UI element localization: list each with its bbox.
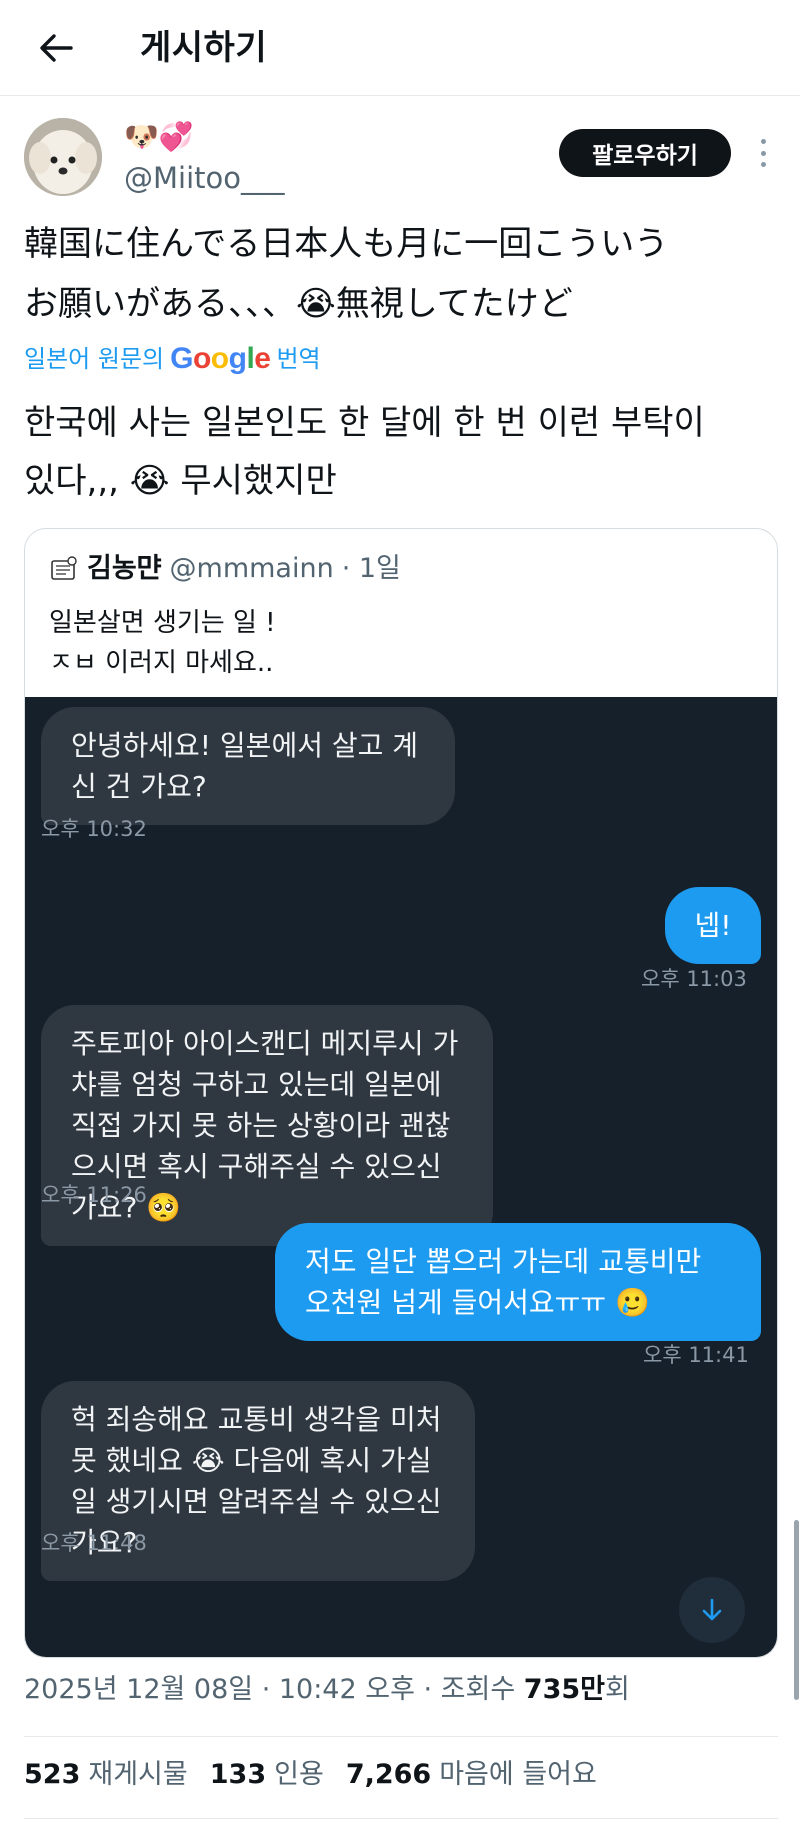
message-bubble-incoming: 주토피아 아이스캔디 메지루시 가챠를 엄청 구하고 있는데 일본에 직접 가지… xyxy=(41,1005,493,1246)
post-date: 2025년 12월 08일 · 10:42 오후 · 조회수 xyxy=(24,1674,516,1705)
quote-text: 일본살면 생기는 일 ! ㅈㅂ 이러지 마세요.. xyxy=(49,608,276,678)
quote-author-avatar-icon xyxy=(51,556,77,580)
scroll-down-button[interactable] xyxy=(679,1577,745,1643)
translated-text-line: 있다,,, 😭 무시했지만 xyxy=(24,461,337,501)
post-text: 韓国に住んでる日本人も月に一回こういう お願いがある、、、😭無視してたけど xyxy=(24,214,764,334)
engagement-stats: 523 재게시물 133 인용 7,266 마음에 들어요 xyxy=(24,1757,597,1793)
repost-count[interactable]: 523 재게시물 xyxy=(24,1757,188,1793)
google-logo-letter: o xyxy=(192,342,211,375)
more-options-icon[interactable] xyxy=(748,135,778,171)
quote-count[interactable]: 133 인용 xyxy=(210,1757,324,1793)
message-time: 오후 10:32 xyxy=(41,817,147,841)
post-text-line: お願いがある、、、😭無視してたけど xyxy=(24,284,573,324)
translation-suffix: 번역 xyxy=(276,345,321,373)
back-button[interactable] xyxy=(30,22,82,74)
quoted-post[interactable]: 김농먄 @mmmainn · 1일 일본살면 생기는 일 ! ㅈㅂ 이러지 마세… xyxy=(24,528,778,1658)
top-bar: 게시하기 xyxy=(0,0,800,96)
quoted-post-header: 김농먄 @mmmainn · 1일 xyxy=(49,551,401,587)
avatar[interactable] xyxy=(24,118,102,196)
google-logo-letter: g xyxy=(228,342,247,375)
follow-button[interactable]: 팔로우하기 xyxy=(559,129,731,177)
divider xyxy=(24,1736,778,1737)
divider xyxy=(24,1818,778,1819)
author-handle[interactable]: @Miitoo___ xyxy=(124,160,285,196)
translation-prefix: 일본어 원문의 xyxy=(24,345,165,373)
author-display-name[interactable]: 🐶💞 xyxy=(124,120,194,154)
post-timestamp: 2025년 12월 08일 · 10:42 오후 · 조회수 735만회 xyxy=(24,1672,630,1708)
like-count[interactable]: 7,266 마음에 들어요 xyxy=(346,1757,597,1793)
google-logo: Google xyxy=(170,342,271,376)
message-time: 오후 11:03 xyxy=(641,967,747,991)
google-logo-letter: G xyxy=(170,342,193,375)
google-logo-letter: e xyxy=(254,342,271,375)
message-time: 오후 11:48 xyxy=(41,1531,147,1555)
post-text-line: 韓国に住んでる日本人も月に一回こういう xyxy=(24,224,669,264)
quote-post-age: · 1일 xyxy=(341,553,401,584)
message-bubble-outgoing: 넵! xyxy=(665,887,761,964)
page-title: 게시하기 xyxy=(140,28,268,68)
translated-text: 한국에 사는 일본인도 한 달에 한 번 이런 부탁이 있다,,, 😭 무시했지… xyxy=(24,394,764,510)
view-unit: 회 xyxy=(605,1674,630,1705)
translated-text-line: 한국에 사는 일본인도 한 달에 한 번 이런 부탁이 xyxy=(24,403,705,443)
message-bubble-outgoing: 저도 일단 뽑으러 가는데 교통비만 오천원 넘게 들어서요ㅠㅠ 🥲 xyxy=(275,1223,761,1341)
scrollbar[interactable] xyxy=(794,1520,799,1700)
dog-avatar-image xyxy=(24,118,102,196)
message-time: 오후 11:26 xyxy=(41,1183,147,1207)
quote-author-handle: @mmmainn xyxy=(169,553,334,584)
google-logo-letter: o xyxy=(210,342,229,375)
arrow-left-icon xyxy=(40,34,73,62)
view-count: 735만 xyxy=(523,1674,605,1705)
quote-author-name: 김농먄 xyxy=(87,553,162,584)
message-bubble-incoming: 안녕하세요! 일본에서 살고 계신 건 가요? xyxy=(41,707,455,825)
translation-link[interactable]: 일본어 원문의 Google 번역 xyxy=(24,342,321,376)
message-time: 오후 11:41 xyxy=(643,1343,749,1367)
chat-screenshot-image: 안녕하세요! 일본에서 살고 계신 건 가요? 오후 10:32 넵! 오후 1… xyxy=(25,697,777,1657)
arrow-down-icon xyxy=(702,1598,722,1621)
